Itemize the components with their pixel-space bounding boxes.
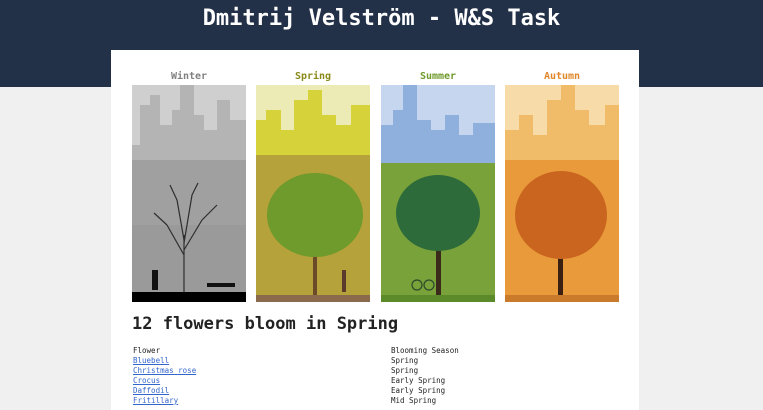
season-cell: Early Spring (391, 386, 446, 395)
season-cell: Spring (391, 356, 419, 365)
flower-link[interactable]: Christmas rose (133, 366, 196, 375)
site-title: Dmitrij Velström - W&S Task (202, 6, 561, 31)
season-spring: Spring (256, 70, 370, 302)
season-label-winter: Winter (170, 71, 208, 82)
content-card: Winter Spring Summer Autumn 12 flowers b… (111, 50, 639, 410)
flower-link[interactable]: Daffodil (133, 386, 169, 395)
season-label-spring: Spring (294, 71, 332, 82)
flower-link[interactable]: Bluebell (133, 356, 169, 365)
season-label-summer: Summer (419, 71, 457, 82)
summer-illustration (381, 85, 495, 302)
season-cell: Early Spring (391, 376, 446, 385)
season-autumn: Autumn (505, 70, 619, 302)
season-label-autumn: Autumn (543, 71, 581, 82)
autumn-illustration (505, 85, 619, 302)
flower-link[interactable]: Fritillary (133, 396, 178, 405)
season-cell: Mid Spring (391, 396, 437, 405)
season-column-header: Blooming Season (391, 346, 459, 355)
flower-column-header: Flower (133, 346, 161, 355)
flower-link[interactable]: Crocus (133, 376, 160, 385)
season-cell: Spring (391, 366, 419, 375)
winter-illustration (132, 85, 246, 302)
season-summer: Summer (381, 70, 495, 302)
season-column: Blooming Season Spring Spring Early Spri… (391, 346, 459, 406)
season-winter: Winter (132, 70, 246, 302)
flower-column: Flower Bluebell Christmas rose Crocus Da… (133, 346, 196, 406)
spring-illustration (256, 85, 370, 302)
page-heading: 12 flowers bloom in Spring (132, 314, 399, 334)
